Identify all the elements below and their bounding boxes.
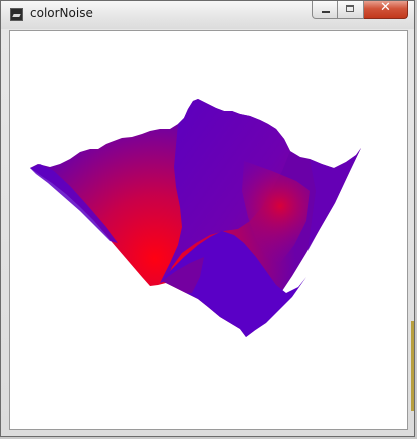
minimize-button[interactable] bbox=[312, 1, 338, 19]
app-window-icon[interactable] bbox=[10, 8, 23, 21]
terrain-right-edge bbox=[308, 148, 361, 251]
maximize-button[interactable] bbox=[338, 1, 364, 19]
window-title: colorNoise bbox=[30, 6, 93, 20]
desktop-edge-strip bbox=[411, 321, 414, 411]
render-canvas[interactable] bbox=[9, 30, 408, 430]
close-icon: ✕ bbox=[380, 0, 391, 15]
app-window: colorNoise ✕ bbox=[0, 0, 415, 437]
noise-terrain-plot bbox=[30, 99, 361, 337]
title-bar[interactable]: colorNoise ✕ bbox=[1, 0, 414, 29]
close-button[interactable]: ✕ bbox=[364, 0, 408, 19]
caption-buttons: ✕ bbox=[312, 0, 408, 20]
